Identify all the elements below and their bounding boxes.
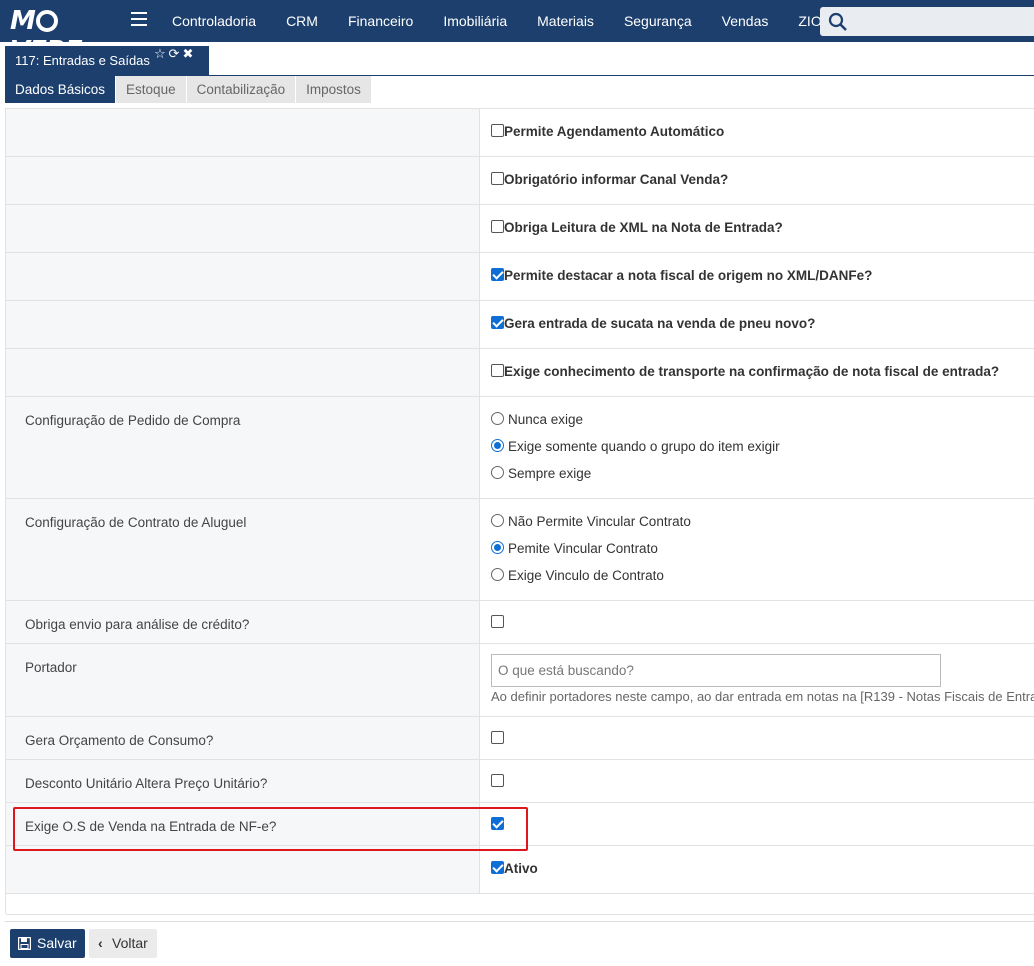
empty-label-cell (6, 253, 480, 300)
empty-label-cell (6, 349, 480, 396)
search-icon[interactable] (828, 12, 848, 32)
radio-nao-permite-vincular[interactable] (491, 514, 504, 527)
nunca-exige-label: Nunca exige (508, 412, 584, 427)
sempre-exige-label: Sempre exige (508, 466, 592, 481)
global-search-input[interactable] (820, 7, 1034, 36)
radio-exige-somente-grupo[interactable] (491, 439, 504, 452)
orcamento-consumo-label-cell: Gera Orçamento de Consumo? (6, 717, 480, 759)
movere-logo[interactable]: MVERE (10, 6, 120, 66)
nao-permite-vincular-label: Não Permite Vincular Contrato (508, 514, 691, 529)
hamburger-menu-icon[interactable] (131, 12, 147, 28)
orcamento-consumo-checkbox[interactable] (491, 731, 504, 744)
menu-item-imobiliaria[interactable]: Imobiliária (428, 0, 522, 42)
save-button-label: Salvar (37, 935, 77, 951)
logo-letter-m: M (10, 6, 36, 36)
radio-sempre-exige[interactable] (491, 466, 504, 479)
tab-estoque[interactable]: Estoque (116, 76, 187, 103)
refresh-icon[interactable]: ⟳ (167, 47, 181, 61)
form-row-conhecimento: Exige conhecimento de transporte na conf… (6, 349, 1034, 397)
empty-label-cell (6, 157, 480, 204)
form-row-analise-credito: Obriga envio para análise de crédito? (6, 601, 1034, 644)
menu-item-crm[interactable]: CRM (271, 0, 333, 42)
portador-hint: Ao definir portadores neste campo, ao da… (491, 689, 1034, 704)
form-row-canal-venda: Obrigatório informar Canal Venda? (6, 157, 1034, 205)
form-row-desconto-unitario: Desconto Unitário Altera Preço Unitário? (6, 760, 1034, 803)
form-row-empty (6, 894, 1034, 915)
desconto-unitario-label: Desconto Unitário Altera Preço Unitário? (25, 776, 268, 791)
analise-credito-label-cell: Obriga envio para análise de crédito? (6, 601, 480, 643)
conhecimento-label: Exige conhecimento de transporte na conf… (504, 364, 1000, 379)
highlight-box (13, 807, 528, 851)
portador-label-cell: Portador (6, 644, 480, 716)
close-icon[interactable]: ✖ (181, 47, 195, 61)
tab-impostos[interactable]: Impostos (296, 76, 372, 103)
radio-permite-vincular[interactable] (491, 541, 504, 554)
canal-venda-label: Obrigatório informar Canal Venda? (504, 172, 729, 187)
radio-exige-vinculo[interactable] (491, 568, 504, 581)
back-button-label: Voltar (112, 935, 148, 951)
save-button[interactable]: Salvar (10, 929, 85, 958)
chevron-left-icon: ‹ (98, 935, 103, 951)
form-row-sucata: Gera entrada de sucata na venda de pneu … (6, 301, 1034, 349)
back-button[interactable]: ‹ Voltar (89, 929, 157, 958)
analise-credito-checkbox[interactable] (491, 615, 504, 628)
ativo-checkbox[interactable] (491, 861, 504, 874)
form-row-pedido-compra: Configuração de Pedido de Compra Nunca e… (6, 397, 1034, 499)
orcamento-consumo-label: Gera Orçamento de Consumo? (25, 733, 214, 748)
analise-credito-label: Obriga envio para análise de crédito? (25, 617, 250, 632)
section-tabs: Dados Básicos Estoque Contabilização Imp… (5, 76, 372, 103)
destacar-nota-checkbox[interactable] (491, 268, 504, 281)
star-icon[interactable]: ☆ (153, 47, 167, 61)
form-row-ativo: Ativo (6, 846, 1034, 894)
sucata-checkbox[interactable] (491, 316, 504, 329)
empty-label-cell (6, 846, 480, 893)
radio-nunca-exige[interactable] (491, 412, 504, 425)
floppy-disk-icon (18, 937, 31, 950)
document-tab[interactable]: 117: Entradas e Saídas ☆ ⟳ ✖ (5, 46, 209, 75)
desconto-unitario-checkbox[interactable] (491, 774, 504, 787)
menu-item-materiais[interactable]: Materiais (522, 0, 609, 42)
form-row-orcamento-consumo: Gera Orçamento de Consumo? (6, 717, 1034, 760)
contrato-aluguel-label-cell: Configuração de Contrato de Aluguel (6, 499, 480, 600)
document-tab-title: 117: Entradas e Saídas (15, 53, 150, 68)
form-row-agendamento: Permite Agendamento Automático (6, 109, 1034, 157)
tab-contabilizacao[interactable]: Contabilização (186, 76, 297, 103)
permite-vincular-label: Pemite Vincular Contrato (508, 541, 658, 556)
logo-o-ring (35, 10, 58, 32)
empty-label-cell (6, 109, 480, 156)
form-row-leitura-xml: Obriga Leitura de XML na Nota de Entrada… (6, 205, 1034, 253)
form-row-destacar-nota: Permite destacar a nota fiscal de origem… (6, 253, 1034, 301)
pedido-compra-label-cell: Configuração de Pedido de Compra (6, 397, 480, 498)
top-navbar: MVERE Controladoria CRM Financeiro Imobi… (0, 0, 1034, 66)
main-menu: Controladoria CRM Financeiro Imobiliária… (157, 0, 847, 42)
footer-divider (5, 921, 1034, 922)
leitura-xml-checkbox[interactable] (491, 220, 504, 233)
portador-label: Portador (25, 660, 77, 675)
canal-venda-checkbox[interactable] (491, 172, 504, 185)
leitura-xml-label: Obriga Leitura de XML na Nota de Entrada… (504, 220, 783, 235)
portador-search-input[interactable]: O que está buscando? (491, 654, 941, 687)
agendamento-label: Permite Agendamento Automático (504, 124, 725, 139)
empty-label-cell (6, 205, 480, 252)
empty-label-cell (6, 301, 480, 348)
contrato-aluguel-label: Configuração de Contrato de Aluguel (25, 515, 247, 530)
exige-somente-grupo-label: Exige somente quando o grupo do item exi… (508, 439, 780, 454)
menu-item-financeiro[interactable]: Financeiro (333, 0, 428, 42)
menu-item-vendas[interactable]: Vendas (707, 0, 784, 42)
conhecimento-checkbox[interactable] (491, 364, 504, 377)
exige-vinculo-label: Exige Vinculo de Contrato (508, 568, 664, 583)
agendamento-checkbox[interactable] (491, 124, 504, 137)
destacar-nota-label: Permite destacar a nota fiscal de origem… (504, 268, 873, 283)
tab-dados-basicos[interactable]: Dados Básicos (5, 76, 117, 103)
menu-item-controladoria[interactable]: Controladoria (157, 0, 271, 42)
form-row-contrato-aluguel: Configuração de Contrato de Aluguel Não … (6, 499, 1034, 601)
pedido-compra-label: Configuração de Pedido de Compra (25, 413, 241, 428)
ativo-label: Ativo (504, 861, 538, 876)
form-grid: Permite Agendamento Automático Obrigatór… (5, 108, 1034, 915)
menu-item-seguranca[interactable]: Segurança (609, 0, 707, 42)
form-row-portador: Portador O que está buscando? Ao definir… (6, 644, 1034, 717)
desconto-unitario-label-cell: Desconto Unitário Altera Preço Unitário? (6, 760, 480, 802)
sucata-label: Gera entrada de sucata na venda de pneu … (504, 316, 816, 331)
